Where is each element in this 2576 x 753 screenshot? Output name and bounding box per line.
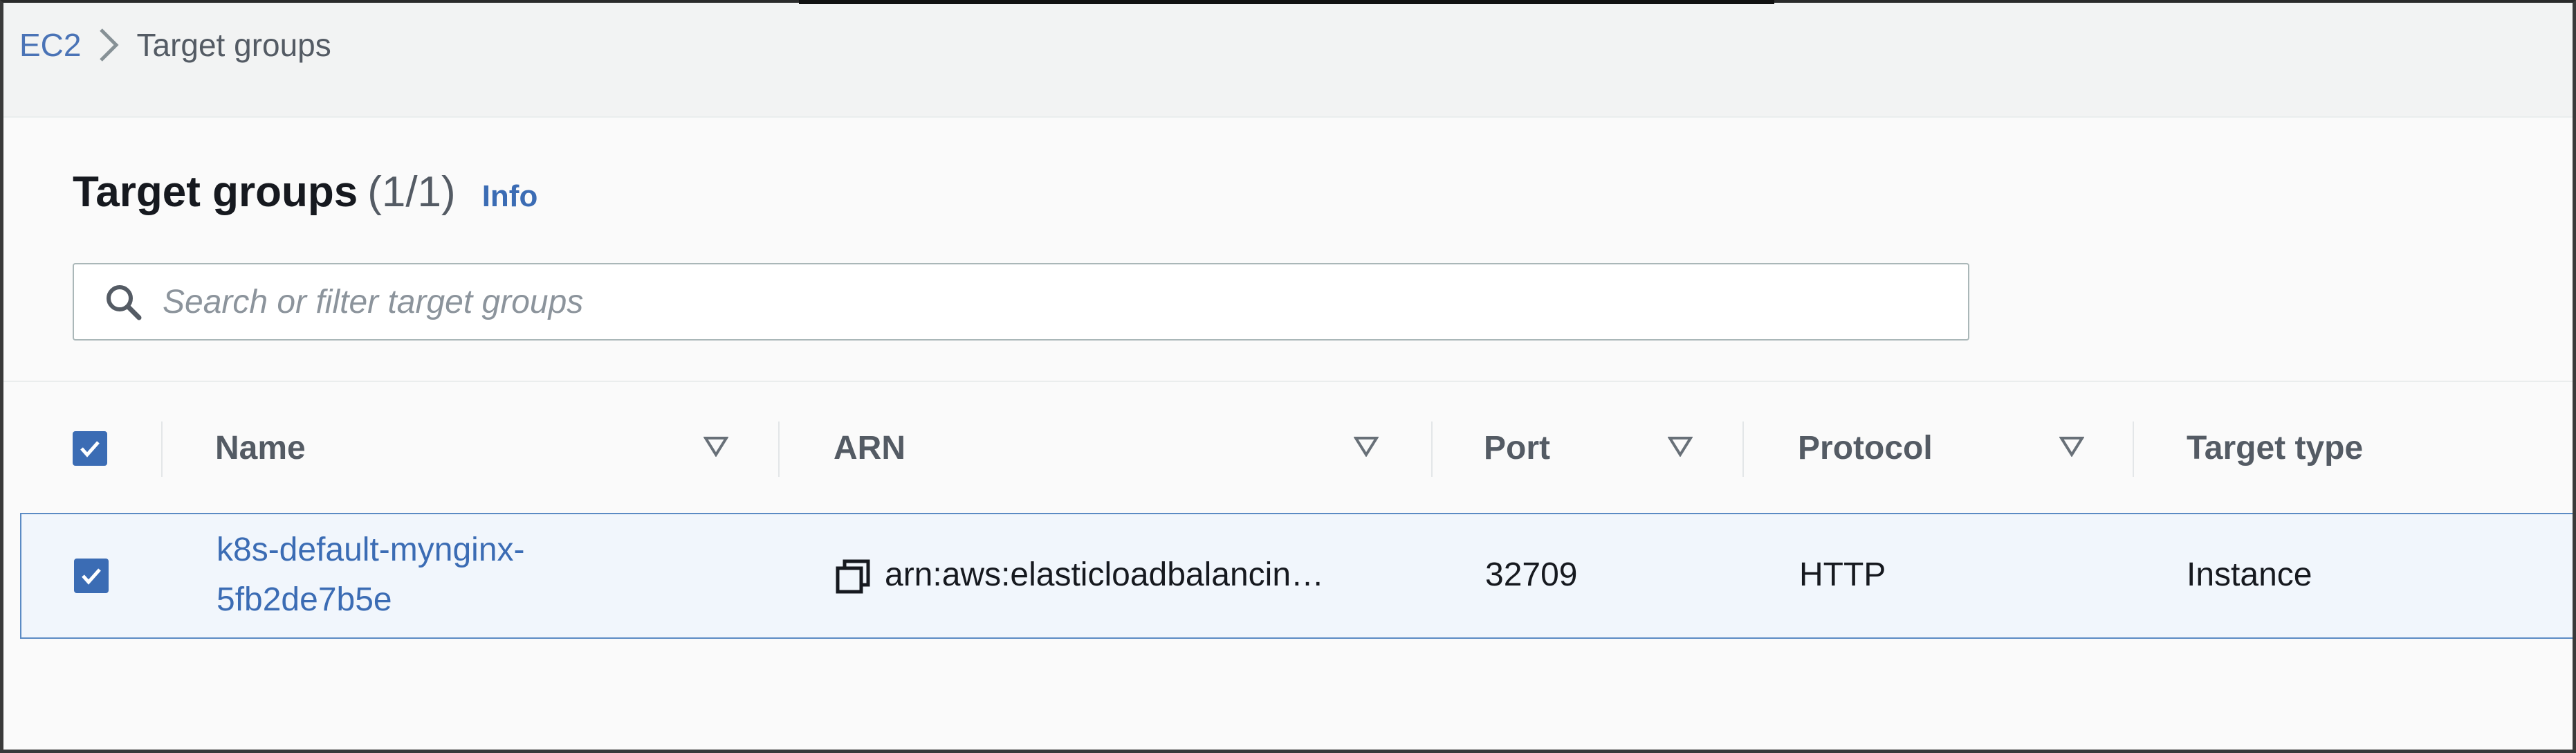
- selection-count: (1/1): [367, 168, 456, 216]
- protocol-value: HTTP: [1799, 556, 1886, 593]
- column-divider: [1742, 421, 1744, 477]
- row-select-checkbox[interactable]: [74, 559, 109, 593]
- column-divider: [778, 421, 780, 477]
- target-group-name-line1: k8s-default-mynginx-: [217, 532, 525, 568]
- sort-down-icon[interactable]: [2055, 430, 2088, 463]
- select-all-checkbox[interactable]: [73, 431, 107, 466]
- target-group-name-link[interactable]: k8s-default-mynginx- 5fb2de7b5e: [217, 525, 525, 625]
- column-header-protocol[interactable]: Protocol: [1798, 383, 1933, 513]
- breadcrumb: EC2 Target groups: [19, 21, 331, 69]
- checkmark-icon: [80, 441, 100, 457]
- column-divider: [2133, 421, 2134, 477]
- info-link[interactable]: Info: [482, 179, 538, 214]
- window-top-edge: [799, 0, 1774, 4]
- target-groups-panel: Target groups (1/1) Info Name ARN Port P…: [3, 116, 2573, 751]
- target-group-name-line2: 5fb2de7b5e: [217, 581, 392, 618]
- sort-down-icon[interactable]: [1350, 430, 1383, 463]
- column-header-target-type[interactable]: Target type: [2187, 383, 2363, 513]
- panel-header: Target groups (1/1) Info: [73, 167, 537, 217]
- column-header-name[interactable]: Name: [215, 383, 306, 513]
- column-divider: [161, 421, 163, 477]
- arn-value: arn:aws:elasticloadbalancin…: [885, 556, 1325, 593]
- port-value: 32709: [1485, 556, 1578, 593]
- copy-icon[interactable]: [835, 559, 871, 595]
- column-header-port[interactable]: Port: [1484, 383, 1550, 513]
- table-top-divider: [3, 381, 2573, 382]
- search-input[interactable]: [161, 264, 1968, 340]
- table-row[interactable]: k8s-default-mynginx- 5fb2de7b5e arn:aws:…: [20, 513, 2573, 639]
- target-type-value: Instance: [2187, 556, 2312, 593]
- table-header: Name ARN Port Protocol Target type: [3, 383, 2573, 513]
- page-title: Target groups: [73, 168, 358, 216]
- breadcrumb-current: Target groups: [136, 27, 331, 63]
- sort-down-icon[interactable]: [699, 430, 733, 463]
- column-header-arn[interactable]: ARN: [834, 383, 905, 513]
- search-box: [73, 263, 1969, 341]
- breadcrumb-ec2-link[interactable]: EC2: [19, 26, 81, 64]
- checkmark-icon: [82, 568, 101, 585]
- chevron-right-icon: [81, 24, 136, 66]
- search-icon: [99, 278, 147, 326]
- sort-down-icon[interactable]: [1664, 430, 1697, 463]
- column-divider: [1431, 421, 1433, 477]
